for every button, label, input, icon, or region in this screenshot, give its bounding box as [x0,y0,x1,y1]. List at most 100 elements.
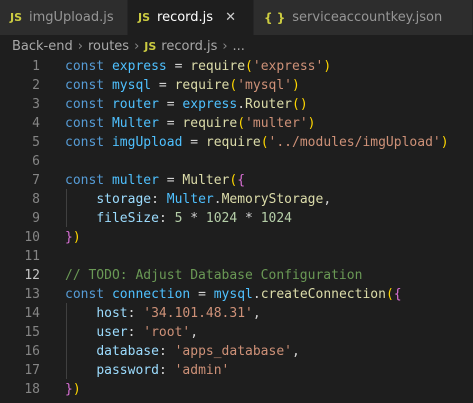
code-token: fileSize [96,211,159,226]
line-number: 15 [24,325,40,340]
line-number: 1 [32,59,40,74]
code-token: = [190,287,214,302]
code-token: const [65,116,112,131]
code-text: const router = express.Router() [65,95,308,114]
code-token: } [65,230,73,245]
code-token: . [213,192,222,207]
code-line[interactable]: 18}) [0,380,473,399]
chevron-right-icon: › [134,38,140,54]
code-token: mysql [111,78,152,93]
code-line[interactable]: 3 const router = express.Router() [0,95,473,114]
line-number: 13 [24,287,40,302]
code-token: { [237,173,246,188]
code-token: = [166,59,191,74]
code-line[interactable]: 9 fileSize: 5 * 1024 * 1024 [0,209,473,228]
tab-label: imgUpload.js [29,10,114,25]
code-line[interactable]: 2 const mysql = require('mysql') [0,76,473,95]
code-editor[interactable]: 1 const express = require('express') 2 cons… [0,57,473,403]
code-token: Router [245,97,293,112]
code-line[interactable]: 8 storage: Multer.MemoryStorage, [0,190,473,209]
code-line[interactable]: 17 password: 'admin' [0,361,473,380]
breadcrumb-more[interactable]: ... [233,39,245,54]
code-token: ( [245,59,253,74]
code-token: require [174,78,230,93]
code-token: 'mysql' [237,78,293,93]
editor-tab-bar: JS imgUpload.js JS record.js ✕ { } servi… [0,0,473,35]
close-icon[interactable]: ✕ [225,10,236,25]
code-token: const [65,173,112,188]
code-text: const multer = Multer({ [65,171,245,190]
tab-imgupload-js[interactable]: JS imgUpload.js [0,0,128,35]
line-number: 8 [32,192,40,207]
code-line[interactable]: 5 const imgUpload = require('../modules/i… [0,133,473,152]
line-number: 17 [24,363,40,378]
code-text: const connection = mysql.createConnectio… [65,285,402,304]
code-token: = [158,173,183,188]
code-token: const [65,287,112,302]
line-number: 4 [32,116,40,131]
code-line[interactable]: 4 const Multer = require('multer') [0,114,473,133]
code-token: require [205,135,261,150]
code-line[interactable]: 15 user: 'root', [0,323,473,342]
code-token: multer [111,173,159,188]
code-token: host [96,306,128,321]
code-token: ) [292,78,300,93]
code-token: MemoryStorage [221,192,324,207]
javascript-file-icon: JS [138,11,151,24]
code-token: createConnection [260,287,386,302]
line-number: 3 [32,97,40,112]
code-token: 'express' [252,59,324,74]
code-token: 1024 [260,211,293,226]
line-number: 16 [24,344,40,359]
code-token: , [252,306,261,321]
code-token: 'multer' [245,116,308,131]
code-line[interactable]: 12 // TODO: Adjust Database Configuration [0,266,473,285]
code-line[interactable]: 6 [0,152,473,171]
code-token: , [190,325,199,340]
code-token: express [182,97,238,112]
code-token: : [158,363,175,378]
code-token: ) [307,116,316,131]
code-token: '../modules/imgUpload' [268,135,441,150]
code-line[interactable]: 14 host: '34.101.48.31', [0,304,473,323]
line-number: 10 [24,230,40,245]
code-token: ) [323,59,332,74]
code-line[interactable]: 16 database: 'apps_database', [0,342,473,361]
code-token: ( [260,135,269,150]
breadcrumb-file[interactable]: record.js [161,39,217,54]
code-token: = [151,78,175,93]
code-line[interactable]: 1 const express = require('express') [0,57,473,76]
code-line[interactable]: 7 const multer = Multer({ [0,171,473,190]
breadcrumb-folder-routes[interactable]: routes [88,39,129,54]
tab-label: serviceaccountkey.json [292,10,443,25]
code-text: const imgUpload = require('../modules/im… [65,133,449,152]
code-line[interactable]: 13 const connection = mysql.createConnect… [0,285,473,304]
line-number: 2 [32,78,40,93]
code-token: // TODO: Adjust Database Configuration [65,268,363,283]
code-token: Multer [111,116,159,131]
code-line[interactable]: 11 [0,247,473,266]
tab-record-js[interactable]: JS record.js ✕ [128,0,254,35]
code-text: user: 'root', [65,323,198,342]
code-token: connection [111,287,191,302]
code-token: 1024 [205,211,238,226]
tab-serviceaccountkey-json[interactable]: { } serviceaccountkey.json [254,0,473,35]
code-token: 'apps_database' [174,344,292,359]
code-token: Multer [182,173,230,188]
code-token: , [292,344,300,359]
code-token: ( [385,287,394,302]
code-token: require [182,116,238,131]
code-line[interactable]: 10}) [0,228,473,247]
javascript-file-icon: JS [10,11,23,24]
code-text: storage: Multer.MemoryStorage, [65,190,331,209]
breadcrumb-folder-backend[interactable]: Back-end [12,39,73,54]
code-token: router [111,97,159,112]
code-token: = [158,97,183,112]
line-number: 11 [24,249,40,264]
chevron-right-icon: › [222,38,228,54]
code-token: () [292,97,308,112]
